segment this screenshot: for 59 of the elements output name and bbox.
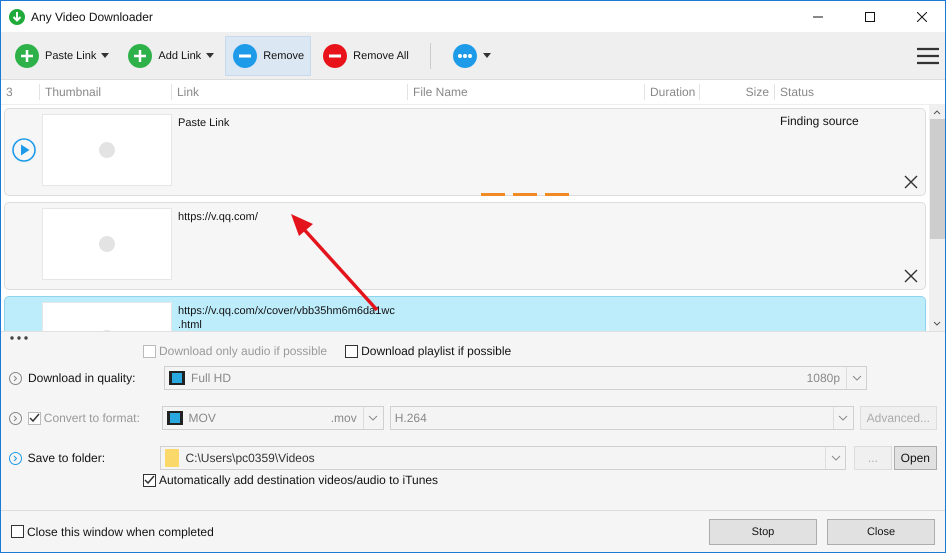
caret-icon (206, 53, 214, 58)
expand-icon[interactable] (9, 412, 22, 424)
column-header[interactable]: File Name (407, 84, 644, 100)
more-icon (452, 42, 478, 68)
toolbar-button[interactable]: Paste Link (7, 36, 116, 76)
expand-icon[interactable] (9, 372, 22, 384)
window-title: Any Video Downloader (31, 10, 154, 24)
caret-icon (101, 53, 110, 58)
footer-button[interactable]: Stop (709, 518, 817, 544)
column-header[interactable]: 3 (1, 84, 39, 100)
folder-icon (165, 449, 180, 467)
caret-icon (838, 415, 848, 421)
link-text: https://v.qq.com/x/cover/vbb35hm6m6da1wc .html (177, 304, 396, 331)
close-icon[interactable] (903, 269, 919, 285)
plus-icon (127, 42, 154, 68)
column-header[interactable]: Link (171, 84, 407, 100)
link-text: Paste Link (177, 116, 230, 131)
download-item[interactable]: https://v.qq.com/ (4, 202, 926, 290)
app-logo-icon (9, 8, 25, 24)
caret-icon (852, 375, 862, 381)
open-button[interactable]: Open (894, 446, 937, 470)
column-header[interactable]: Size (699, 84, 774, 100)
minus-icon (322, 42, 348, 68)
status-text: Finding source (779, 113, 860, 130)
check-icon (144, 474, 155, 486)
film-icon (169, 370, 185, 386)
check-icon (28, 412, 40, 424)
toolbar-button[interactable]: Remove All (315, 36, 416, 76)
caret-icon (830, 455, 841, 461)
minus-icon (232, 42, 258, 68)
link-text: https://v.qq.com/ (177, 210, 259, 225)
close-icon (917, 12, 927, 22)
close-icon[interactable] (903, 175, 919, 191)
menu-icon[interactable] (917, 46, 939, 64)
scrollbar[interactable] (929, 105, 945, 331)
placeholder-icon (99, 236, 115, 252)
play-icon[interactable] (12, 138, 36, 162)
checkbox[interactable]: Automatically add destination videos/audio to iTunes (143, 473, 438, 487)
folder-dropdown[interactable]: C:\Users\pc0359\Videos (160, 446, 846, 470)
field-label: Save to folder: (28, 451, 106, 465)
column-header[interactable]: Duration (644, 84, 699, 100)
plus-icon (14, 42, 40, 68)
checkbox[interactable]: Download playlist if possible (345, 344, 512, 358)
expand-icon[interactable] (9, 452, 22, 464)
film-icon (166, 410, 183, 426)
maximize-icon (865, 12, 875, 22)
caret-icon (368, 415, 378, 421)
download-item[interactable]: https://v.qq.com/x/cover/vbb35hm6m6da1wc .html (4, 296, 926, 331)
checkbox[interactable]: Close this window when completed (11, 524, 214, 538)
more-icon[interactable] (9, 335, 29, 341)
toolbar-button[interactable]: Remove (225, 36, 312, 76)
download-item[interactable]: Paste Link Finding source (4, 108, 926, 196)
toolbar-button[interactable]: Add Link (120, 36, 222, 76)
column-header[interactable]: Thumbnail (39, 84, 171, 100)
caret-icon (482, 53, 491, 58)
footer-button[interactable]: Close (827, 518, 935, 544)
placeholder-icon (99, 142, 115, 158)
column-header[interactable]: Status (774, 84, 929, 100)
field-label: Download in quality: (28, 371, 136, 385)
